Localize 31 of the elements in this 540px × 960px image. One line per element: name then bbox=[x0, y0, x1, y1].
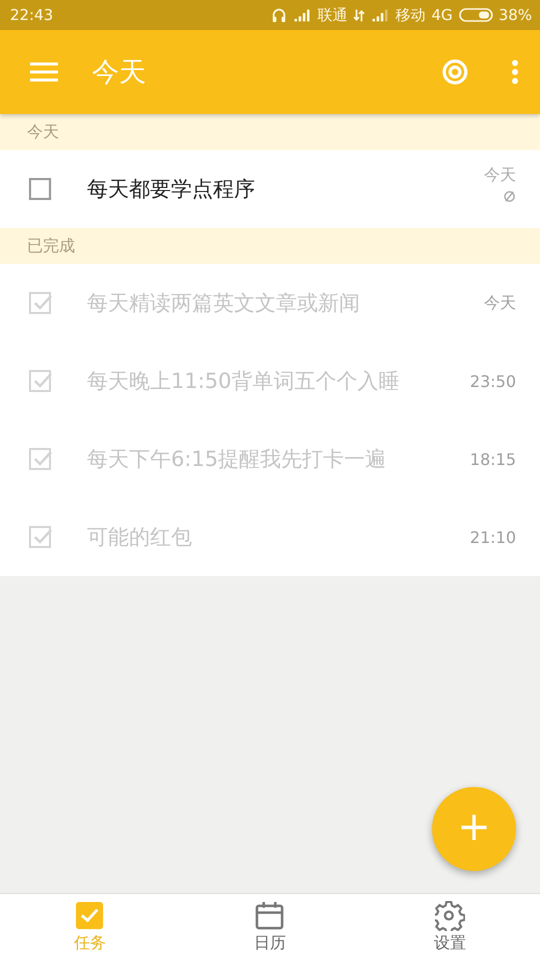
carrier-name: 移动 bbox=[395, 6, 426, 24]
task-title: 每天晚上11:50背单词五个个入睡 bbox=[87, 368, 401, 395]
signal-icon bbox=[371, 8, 390, 22]
checkbox-icon bbox=[75, 900, 105, 930]
task-time: 21:10 bbox=[470, 528, 516, 546]
calendar-icon bbox=[255, 900, 285, 930]
target-icon bbox=[442, 59, 468, 85]
section-header: 今天 bbox=[27, 122, 59, 142]
carrier-name: 联通 bbox=[317, 6, 348, 24]
task-time: 今天 bbox=[484, 165, 516, 186]
section-header: 已完成 bbox=[27, 236, 75, 256]
network-type: 4G bbox=[431, 6, 453, 24]
headphones-icon bbox=[271, 7, 288, 23]
task-title: 每天精读两篇英文文章或新闻 bbox=[87, 290, 361, 317]
page-title: 今天 bbox=[92, 56, 147, 90]
task-title: 可能的红包 bbox=[87, 524, 193, 551]
nav-tab[interactable]: 日历 bbox=[180, 894, 360, 960]
task-time: 18:15 bbox=[470, 450, 516, 468]
task-title: 每天下午6:15提醒我先打卡一遍 bbox=[87, 446, 388, 473]
task-time: 今天 bbox=[484, 292, 516, 314]
more-icon bbox=[512, 60, 518, 84]
battery-icon bbox=[458, 8, 493, 22]
settings-icon bbox=[435, 900, 465, 930]
data-arrows-icon bbox=[353, 8, 366, 22]
clock-time: 22:43 bbox=[10, 6, 54, 24]
menu-icon bbox=[30, 62, 58, 82]
nav-tab[interactable]: 设置 bbox=[360, 894, 540, 960]
battery-level: 38% bbox=[498, 6, 532, 24]
task-time: 23:50 bbox=[470, 372, 516, 390]
task-title: 每天都要学点程序 bbox=[87, 176, 256, 203]
signal-icon bbox=[293, 8, 312, 22]
